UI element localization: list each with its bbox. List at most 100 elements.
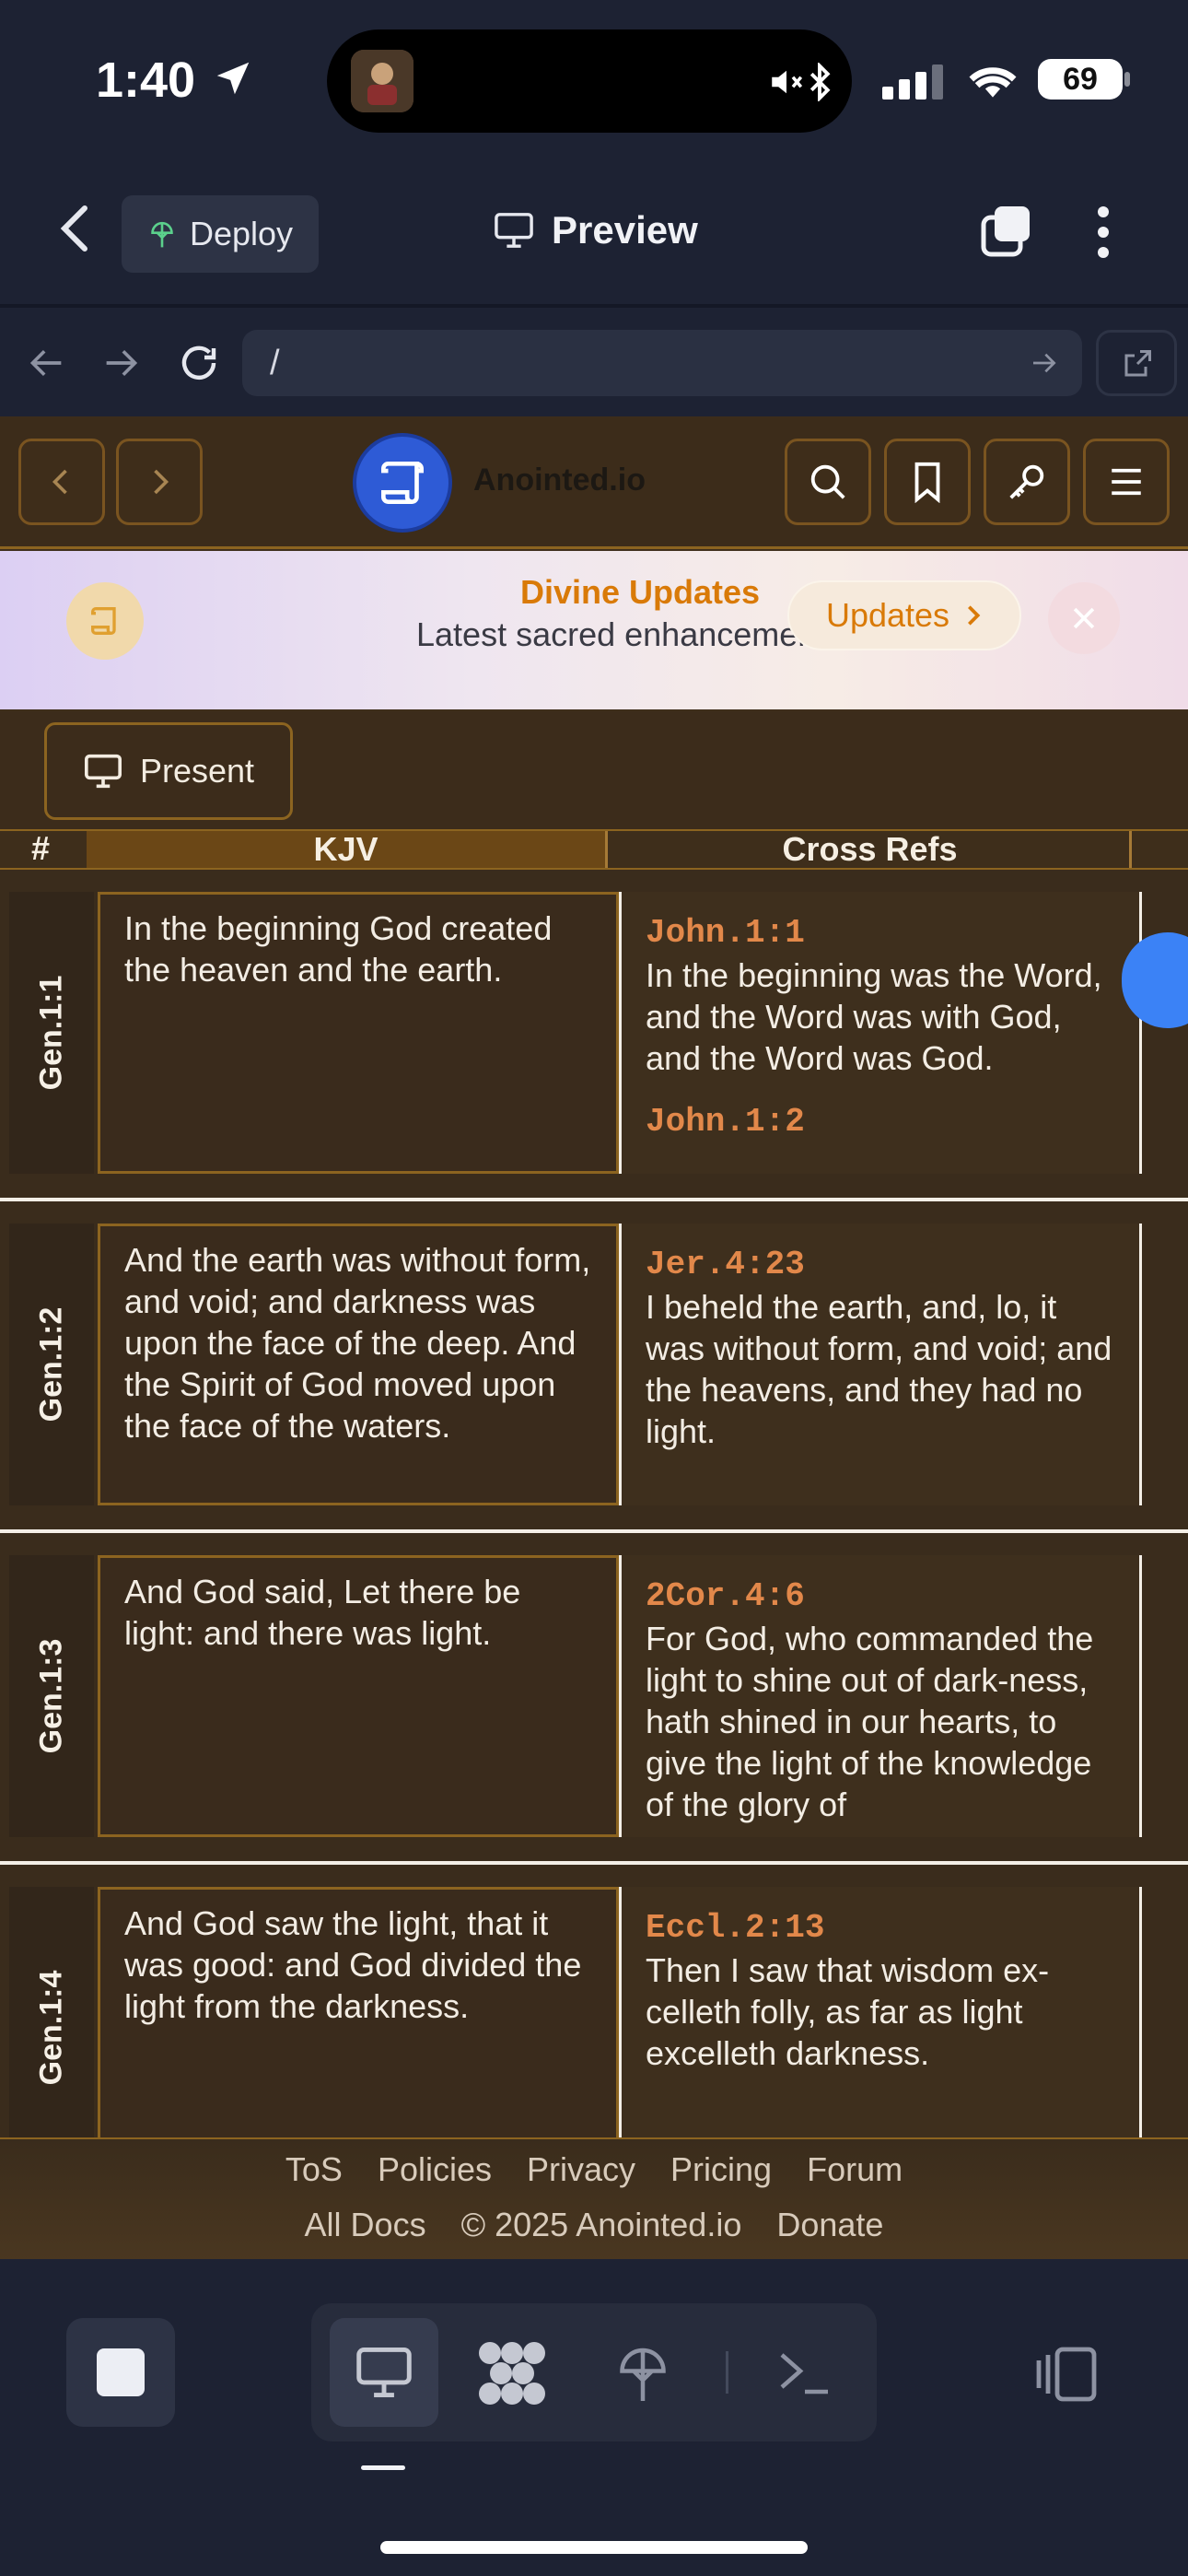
copy-icon[interactable] [978, 203, 1035, 260]
cross-ref-link[interactable]: John.1:2 [646, 1101, 1115, 1143]
back-chevron-icon[interactable] [57, 203, 94, 254]
footer-link-tos[interactable]: ToS [285, 2150, 343, 2189]
dock-divider [726, 2351, 728, 2394]
cross-ref-cell: 2Cor.4:6 For God, who commanded the ligh… [619, 1555, 1142, 1837]
brand-logo[interactable] [353, 433, 452, 533]
go-arrow-icon[interactable] [1030, 348, 1059, 378]
clock: 1:40 [96, 53, 196, 108]
scroll-icon [66, 582, 144, 660]
verse-reference[interactable]: Gen.1:3 [9, 1555, 94, 1837]
app-header: Deploy Preview [0, 157, 1188, 304]
present-button[interactable]: Present [44, 722, 293, 820]
monitor-icon [356, 2348, 412, 2397]
menu-icon [1112, 468, 1141, 496]
cross-ref-link[interactable]: John.1:1 [646, 912, 1115, 954]
mute-icon [767, 63, 806, 101]
open-external-button[interactable] [1096, 330, 1177, 396]
cloud-deploy-icon [147, 218, 177, 250]
close-banner-button[interactable] [1048, 582, 1120, 654]
dock-tab-group [311, 2303, 877, 2441]
url-input[interactable]: / [242, 330, 1082, 396]
battery-indicator: 69 [1038, 59, 1123, 100]
footer-link-pricing[interactable]: Pricing [670, 2150, 772, 2189]
signal-icon [882, 64, 947, 100]
search-icon [810, 464, 845, 499]
column-header-number: # [31, 829, 51, 867]
table-row: Gen.1:1 In the beginning God created the… [0, 870, 1188, 1201]
wifi-icon [967, 59, 1019, 100]
key-button[interactable] [984, 439, 1070, 525]
deploy-button[interactable]: Deploy [122, 195, 319, 273]
monitor-icon [83, 753, 123, 790]
back-arrow-icon[interactable] [26, 345, 66, 381]
verse-text-cell[interactable]: And God saw the light, that it was good:… [98, 1887, 619, 2169]
cross-ref-text: Then I saw that wisdom ex-celleth folly,… [646, 1951, 1050, 2072]
chevron-right-icon [964, 603, 983, 628]
verse-text-cell[interactable]: And God said, Let there be light: and th… [98, 1555, 619, 1837]
footer-copyright: © 2025 Anointed.io [460, 2206, 742, 2243]
bottom-dock [0, 2259, 1188, 2576]
split-view-icon[interactable] [1031, 2346, 1098, 2403]
site-forward-button[interactable] [116, 439, 203, 525]
footer-link-policies[interactable]: Policies [378, 2150, 492, 2189]
app-thumbnail-icon [351, 50, 413, 112]
url-bar: / [0, 304, 1188, 416]
updates-banner: Divine Updates Latest sacred enhancement… [0, 551, 1188, 709]
forward-arrow-icon[interactable] [101, 345, 142, 381]
stop-button[interactable] [66, 2318, 175, 2427]
refresh-icon[interactable] [177, 341, 221, 385]
cross-ref-link[interactable]: Eccl.2:13 [646, 1907, 1115, 1950]
footer-link-forum[interactable]: Forum [807, 2150, 903, 2189]
cross-ref-link[interactable]: Jer.4:23 [646, 1244, 1115, 1286]
battery-cap [1124, 72, 1130, 87]
banner-title: Divine Updates [520, 573, 761, 611]
footer-link-donate[interactable]: Donate [776, 2206, 883, 2244]
view-toolbar: Present [0, 711, 1188, 829]
site-navbar: Anointed.io [0, 416, 1188, 549]
cloud-deploy-icon[interactable] [615, 2340, 670, 2406]
active-tab-indicator [361, 2465, 405, 2470]
cross-ref-text: For God, who commanded the light to shin… [646, 1620, 1094, 1823]
chevron-right-icon [154, 469, 169, 495]
footer-links-secondary: All Docs © 2025 Anointed.io Donate [0, 2206, 1188, 2244]
stop-icon [97, 2348, 145, 2396]
cross-ref-text: I beheld the earth, and, lo, it was with… [646, 1288, 1112, 1450]
verse-reference[interactable]: Gen.1:2 [9, 1224, 94, 1505]
table-header: # KJV Cross Refs [0, 829, 1188, 870]
home-indicator [380, 2541, 808, 2554]
cross-ref-link[interactable]: 2Cor.4:6 [646, 1575, 1115, 1618]
tab-preview[interactable] [330, 2318, 438, 2427]
bluetooth-icon [806, 63, 833, 101]
more-vertical-icon[interactable] [1094, 205, 1112, 260]
table-row: Gen.1:2 And the earth was without form, … [0, 1201, 1188, 1533]
location-arrow-icon [212, 57, 254, 100]
column-header-kjv[interactable]: KJV [87, 831, 608, 868]
scroll-icon [381, 462, 424, 504]
verse-reference[interactable]: Gen.1:1 [9, 892, 94, 1174]
verse-text-cell[interactable]: And the earth was without form, and void… [98, 1224, 619, 1505]
site-back-button[interactable] [18, 439, 105, 525]
updates-button[interactable]: Updates [787, 580, 1021, 650]
cross-ref-cell: Jer.4:23 I beheld the earth, and, lo, it… [619, 1224, 1142, 1505]
brand-name: Anointed.io [473, 463, 646, 498]
terminal-icon[interactable] [777, 2349, 833, 2397]
monitor-icon [493, 211, 535, 250]
search-button[interactable] [785, 439, 871, 525]
footer-link-docs[interactable]: All Docs [305, 2206, 426, 2244]
column-header-cross-refs[interactable]: Cross Refs [611, 831, 1132, 868]
status-bar: 1:40 69 [0, 0, 1188, 157]
footer-links-primary: ToS Policies Privacy Pricing Forum [0, 2150, 1188, 2189]
site-footer: ToS Policies Privacy Pricing Forum All D… [0, 2137, 1188, 2261]
footer-link-privacy[interactable]: Privacy [527, 2150, 635, 2189]
bookmark-button[interactable] [884, 439, 971, 525]
dynamic-island [327, 29, 852, 133]
grid-icon[interactable] [477, 2340, 547, 2406]
menu-button[interactable] [1083, 439, 1170, 525]
table-row: Gen.1:3 And God said, Let there be light… [0, 1533, 1188, 1865]
verse-text-cell[interactable]: In the beginning God created the heaven … [98, 892, 619, 1174]
site-preview: Anointed.io Divine Updates Latest sacred… [0, 416, 1188, 2261]
chevron-left-icon [52, 469, 67, 495]
deploy-label: Deploy [190, 215, 294, 252]
key-icon [1009, 464, 1044, 499]
verse-reference[interactable]: Gen.1:4 [9, 1887, 94, 2169]
